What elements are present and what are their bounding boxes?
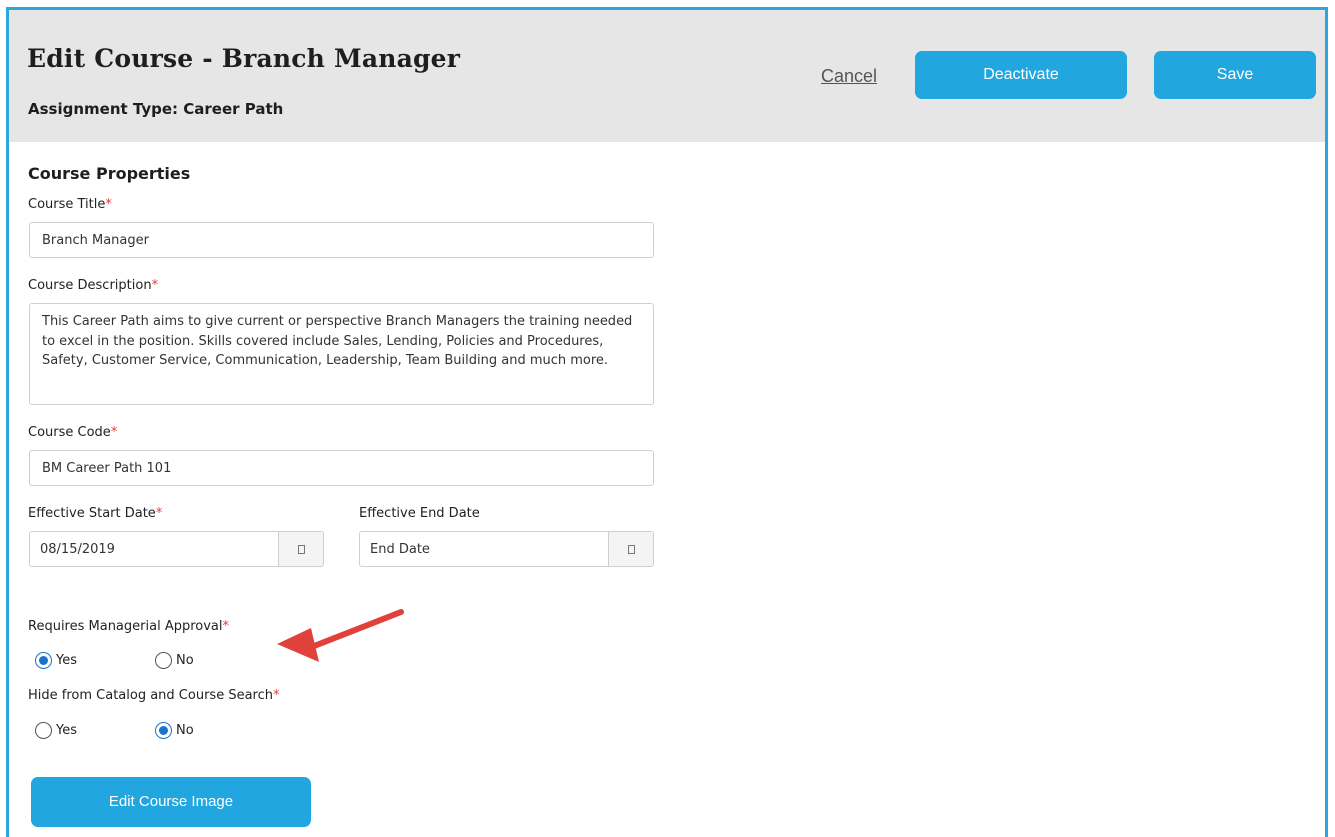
end-date-input[interactable]: End Date (360, 532, 608, 566)
course-title-label-text: Course Title (28, 197, 106, 212)
end-date-field: End Date (359, 531, 654, 567)
radio-label: No (176, 723, 194, 738)
required-marker: * (272, 688, 280, 703)
managerial-approval-no[interactable]: No (155, 652, 194, 669)
course-title-value: Branch Manager (42, 232, 149, 248)
radio-label: Yes (56, 653, 77, 668)
required-marker: * (222, 619, 230, 634)
course-code-label-text: Course Code (28, 425, 111, 440)
required-marker: * (110, 425, 118, 440)
end-date-picker-button[interactable] (608, 532, 653, 566)
hide-from-catalog-no[interactable]: No (155, 722, 194, 739)
course-code-label: Course Code* (28, 425, 117, 440)
annotation-arrow-icon (277, 609, 404, 662)
header-bar: Edit Course - Branch Manager Assignment … (9, 10, 1325, 142)
radio-unchecked-icon (155, 652, 172, 669)
edit-course-image-button[interactable]: Edit Course Image (31, 777, 311, 827)
course-code-value: BM Career Path 101 (42, 460, 172, 476)
start-date-label: Effective Start Date* (28, 506, 162, 521)
course-description-label-text: Course Description (28, 278, 152, 293)
save-button[interactable]: Save (1154, 51, 1316, 99)
course-description-label: Course Description* (28, 278, 158, 293)
radio-checked-icon (35, 652, 52, 669)
course-title-input[interactable]: Branch Manager (29, 222, 654, 258)
radio-unchecked-icon (35, 722, 52, 739)
radio-label: Yes (56, 723, 77, 738)
hide-from-catalog-label: Hide from Catalog and Course Search* (28, 688, 279, 703)
end-date-label: Effective End Date (359, 506, 480, 521)
section-title: Course Properties (28, 164, 191, 183)
managerial-approval-label: Requires Managerial Approval* (28, 619, 229, 634)
start-date-label-text: Effective Start Date (28, 506, 156, 521)
managerial-approval-label-text: Requires Managerial Approval (28, 619, 223, 634)
start-date-picker-button[interactable] (278, 532, 323, 566)
managerial-approval-yes[interactable]: Yes (35, 652, 77, 669)
radio-checked-icon (155, 722, 172, 739)
radio-label: No (176, 653, 194, 668)
edit-course-panel: Edit Course - Branch Manager Assignment … (6, 7, 1328, 837)
assignment-type: Assignment Type: Career Path (28, 100, 284, 118)
required-marker: * (151, 278, 159, 293)
course-code-input[interactable]: BM Career Path 101 (29, 450, 654, 486)
hide-from-catalog-yes[interactable]: Yes (35, 722, 77, 739)
start-date-field: 08/15/2019 (29, 531, 324, 567)
course-title-label: Course Title* (28, 197, 112, 212)
start-date-input[interactable]: 08/15/2019 (30, 532, 278, 566)
course-description-textarea[interactable]: This Career Path aims to give current or… (29, 303, 654, 405)
required-marker: * (155, 506, 163, 521)
calendar-icon (297, 544, 305, 554)
hide-from-catalog-label-text: Hide from Catalog and Course Search (28, 688, 273, 703)
calendar-icon (627, 544, 635, 554)
course-description-value: This Career Path aims to give current or… (42, 314, 633, 368)
cancel-link[interactable]: Cancel (821, 66, 877, 87)
required-marker: * (105, 197, 112, 212)
page-title: Edit Course - Branch Manager (27, 44, 461, 73)
deactivate-button[interactable]: Deactivate (915, 51, 1127, 99)
